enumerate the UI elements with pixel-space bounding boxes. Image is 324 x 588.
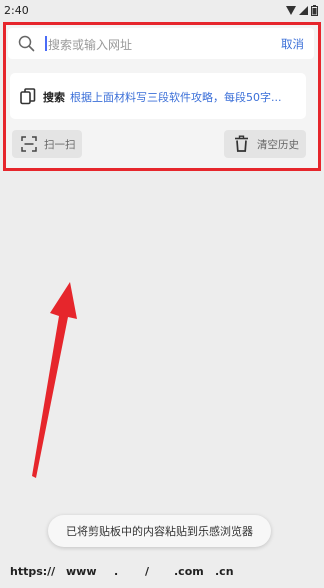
quick-input-www[interactable]: www xyxy=(66,565,97,578)
quick-input-dot[interactable]: . xyxy=(114,565,118,578)
quick-input-cn[interactable]: .cn xyxy=(215,565,234,578)
quick-input-https[interactable]: https:// xyxy=(10,565,55,578)
quick-input-slash[interactable]: / xyxy=(145,565,149,578)
clipboard-toast: 已将剪贴板中的内容粘贴到乐感浏览器 xyxy=(48,515,271,547)
toast-text: 已将剪贴板中的内容粘贴到乐感浏览器 xyxy=(66,525,253,538)
red-arrow-annotation xyxy=(32,282,77,478)
quick-input-row: https:// www . / .com .cn xyxy=(0,562,324,584)
quick-input-com[interactable]: .com xyxy=(174,565,204,578)
